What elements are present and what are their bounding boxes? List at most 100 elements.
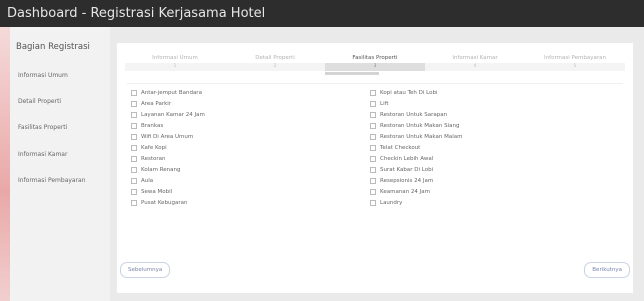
facility-label: Wifi Di Area Umum <box>141 133 194 140</box>
facility-checkbox-row[interactable]: Layanan Kamar 24 Jam <box>131 109 205 120</box>
facility-checkbox-row[interactable]: Area Parkir <box>131 98 205 109</box>
app-title-bar: Dashboard - Registrasi Kerjasama Hotel <box>0 0 644 27</box>
facility-checkbox-row[interactable]: Aula <box>131 175 205 186</box>
facility-label: Antar-jemput Bandara <box>141 89 202 96</box>
facility-checkbox-row[interactable]: Surat Kabar Di Lobi <box>370 164 462 175</box>
checkbox[interactable] <box>370 89 376 96</box>
checkbox[interactable] <box>131 122 137 129</box>
sidebar-item-informasi-umum[interactable]: Informasi Umum <box>18 72 68 79</box>
active-tab-indicator <box>325 72 379 75</box>
facility-checkbox-row[interactable]: Brankas <box>131 120 205 131</box>
facility-checkbox-row[interactable]: Restoran Untuk Makan Malam <box>370 131 462 142</box>
checkbox[interactable] <box>131 177 137 184</box>
checkbox[interactable] <box>131 111 137 118</box>
facility-label: Pusat Kebugaran <box>141 199 188 206</box>
sidebar-item-detail-properti[interactable]: Detail Properti <box>18 98 61 105</box>
registration-panel: Informasi Umum 1 Detail Properti 2 Fasil… <box>117 43 633 293</box>
main-area: Informasi Umum 1 Detail Properti 2 Fasil… <box>110 27 644 301</box>
facility-checkbox-row[interactable]: Kafe Kopi <box>131 142 205 153</box>
facility-label: Resepsionis 24 Jam <box>380 177 434 184</box>
facilities-column-right: Kopi atau Teh Di Lobi Lift Restoran Untu… <box>370 87 462 208</box>
app-title: Dashboard - Registrasi Kerjasama Hotel <box>7 6 266 21</box>
checkbox[interactable] <box>131 89 137 96</box>
tab-informasi-kamar[interactable]: Informasi Kamar 4 <box>425 50 525 71</box>
facility-checkbox-row[interactable]: Sewa Mobil <box>131 186 205 197</box>
facility-label: Checkin Lebih Awal <box>380 155 434 162</box>
step-tabs: Informasi Umum 1 Detail Properti 2 Fasil… <box>125 50 625 77</box>
tab-fasilitas-properti[interactable]: Fasilitas Properti 3 <box>325 50 425 71</box>
facility-checkbox-row[interactable]: Restoran <box>131 153 205 164</box>
facility-label: Sewa Mobil <box>141 188 173 195</box>
facility-label: Keamanan 24 Jam <box>380 188 431 195</box>
facilities-column-left: Antar-jemput Bandara Area Parkir Layanan… <box>131 87 205 208</box>
facility-checkbox-row[interactable]: Laundry <box>370 197 462 208</box>
checkbox[interactable] <box>370 122 376 129</box>
facility-label: Kafe Kopi <box>141 144 167 151</box>
facility-label: Restoran Untuk Makan Malam <box>380 133 463 140</box>
facility-checkbox-row[interactable]: Keamanan 24 Jam <box>370 186 462 197</box>
checkbox[interactable] <box>131 100 137 107</box>
facility-label: Layanan Kamar 24 Jam <box>141 111 205 118</box>
checkbox[interactable] <box>131 133 137 140</box>
checkbox[interactable] <box>131 155 137 162</box>
facility-label: Restoran Untuk Sarapan <box>380 111 448 118</box>
checkbox[interactable] <box>370 199 376 206</box>
tab-label: Detail Properti <box>255 55 295 61</box>
facility-label: Restoran Untuk Makan Siang <box>380 122 460 129</box>
checkbox[interactable] <box>370 144 376 151</box>
tab-label: Informasi Umum <box>152 55 198 61</box>
tab-informasi-umum[interactable]: Informasi Umum 1 <box>125 50 225 71</box>
checkbox[interactable] <box>370 166 376 173</box>
facility-label: Restoran <box>141 155 166 162</box>
facility-checkbox-row[interactable]: Wifi Di Area Umum <box>131 131 205 142</box>
tab-step-number: 4 <box>425 63 525 71</box>
facility-checkbox-row[interactable]: Antar-jemput Bandara <box>131 87 205 98</box>
checkbox[interactable] <box>370 100 376 107</box>
facility-label: Brankas <box>141 122 164 129</box>
sidebar-item-fasilitas-properti[interactable]: Fasilitas Properti <box>18 124 67 131</box>
sidebar-title: Bagian Registrasi <box>16 42 90 52</box>
facility-checkbox-row[interactable]: Lift <box>370 98 462 109</box>
facility-checkbox-row[interactable]: Kopi atau Teh Di Lobi <box>370 87 462 98</box>
sidebar-item-informasi-kamar[interactable]: Informasi Kamar <box>18 151 67 158</box>
tab-label: Informasi Kamar <box>452 55 498 61</box>
tab-informasi-pembayaran[interactable]: Informasi Pembayaran 5 <box>525 50 625 71</box>
next-button[interactable]: Berikutnya <box>584 262 630 278</box>
facility-label: Telat Checkout <box>380 144 421 151</box>
checkbox[interactable] <box>131 144 137 151</box>
facility-label: Kolam Renang <box>141 166 181 173</box>
tab-step-number: 5 <box>525 63 625 71</box>
sidebar: Bagian Registrasi Informasi Umum Detail … <box>10 27 110 301</box>
facility-checkbox-row[interactable]: Resepsionis 24 Jam <box>370 175 462 186</box>
checkbox[interactable] <box>370 188 376 195</box>
tab-label: Fasilitas Properti <box>352 55 398 61</box>
facility-label: Aula <box>141 177 154 184</box>
tab-detail-properti[interactable]: Detail Properti 2 <box>225 50 325 71</box>
facility-label: Surat Kabar Di Lobi <box>380 166 434 173</box>
previous-button[interactable]: Sebelumnya <box>120 262 171 278</box>
tab-step-number: 2 <box>225 63 325 71</box>
checkbox[interactable] <box>370 155 376 162</box>
tab-step-number: 3 <box>325 63 425 71</box>
facility-checkbox-row[interactable]: Pusat Kebugaran <box>131 197 205 208</box>
tab-step-number: 1 <box>125 63 225 71</box>
facility-label: Laundry <box>380 199 403 206</box>
checkbox[interactable] <box>131 199 137 206</box>
checkbox[interactable] <box>370 133 376 140</box>
accent-strip <box>0 27 10 301</box>
checkbox[interactable] <box>131 188 137 195</box>
facility-checkbox-row[interactable]: Kolam Renang <box>131 164 205 175</box>
checkbox[interactable] <box>131 166 137 173</box>
tab-label: Informasi Pembayaran <box>544 55 606 61</box>
facility-checkbox-row[interactable]: Restoran Untuk Makan Siang <box>370 120 462 131</box>
facility-checkbox-row[interactable]: Telat Checkout <box>370 142 462 153</box>
facility-label: Lift <box>380 100 389 107</box>
facility-checkbox-row[interactable]: Restoran Untuk Sarapan <box>370 109 462 120</box>
checkbox[interactable] <box>370 177 376 184</box>
facility-label: Kopi atau Teh Di Lobi <box>380 89 438 96</box>
checkbox[interactable] <box>370 111 376 118</box>
sidebar-item-informasi-pembayaran[interactable]: Informasi Pembayaran <box>18 177 86 184</box>
facilities-form: Antar-jemput Bandara Area Parkir Layanan… <box>127 83 623 256</box>
facility-label: Area Parkir <box>141 100 172 107</box>
facility-checkbox-row[interactable]: Checkin Lebih Awal <box>370 153 462 164</box>
